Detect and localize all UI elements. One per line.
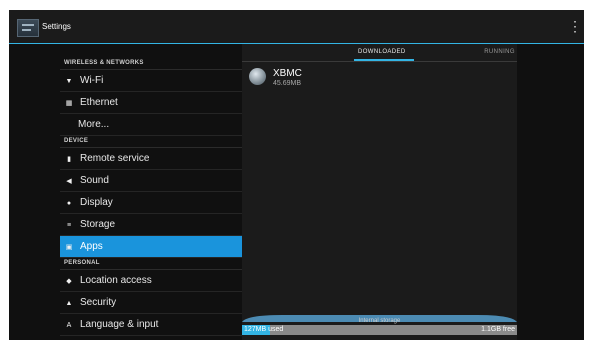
sidebar-item-location-access[interactable]: ◆ Location access [60,270,249,292]
apps-icon: ▣ [65,244,73,251]
section-header: DEVICE [60,136,249,148]
sidebar-item-sound[interactable]: ◀ Sound [60,170,249,192]
keyboard-icon: A [66,322,72,329]
wifi-icon: ▼ [65,78,73,85]
storage-free: 1.1GB free [481,326,515,333]
remote-icon: ▮ [67,156,71,163]
sidebar-item-storage[interactable]: ≡ Storage [60,214,249,236]
sidebar-item-remote-service[interactable]: ▮ Remote service [60,148,249,170]
sidebar-item-label: Ethernet [80,97,118,108]
storage-used: 127MB used [244,326,284,333]
apps-content-panel: DOWNLOADED RUNNING XBMC 45.69MB Internal… [242,44,517,340]
app-name: XBMC [273,68,302,79]
sidebar-item-label: Remote service [80,153,150,164]
settings-screen: Settings ⋮ WIRELESS & NETWORKS ▼ Wi-Fi ▦ Eth… [9,10,584,340]
sidebar-item-label: Sound [80,175,109,186]
apps-tabs: DOWNLOADED RUNNING [242,44,517,62]
storage-indicator: Internal storage 127MB used 1.1GB free [242,314,517,340]
sidebar-item-label: More... [78,119,110,130]
page-title: Settings [42,22,71,31]
top-border [0,0,591,10]
settings-app-icon[interactable] [17,19,39,37]
storage-bar: 127MB used 1.1GB free [242,325,517,335]
tab-indicator [354,59,414,61]
left-border [0,0,9,340]
sidebar-item-label: Language & input [80,319,159,330]
location-icon: ◆ [66,278,72,285]
sidebar-item-more[interactable]: More... [60,114,249,136]
overflow-menu-icon[interactable]: ⋮ [568,17,582,37]
tab-running[interactable]: RUNNING [484,49,515,55]
storage-label: Internal storage [358,318,401,324]
list-item[interactable]: XBMC 45.69MB [242,64,517,94]
sidebar-item-wi-fi[interactable]: ▼ Wi-Fi [60,70,249,92]
sidebar-item-display[interactable]: ● Display [60,192,249,214]
app-size: 45.69MB [273,80,302,87]
section-header: WIRELESS & NETWORKS [60,58,249,70]
lock-icon: ▲ [65,300,73,307]
sidebar-item-label: Wi-Fi [80,75,104,86]
right-padding [517,44,584,340]
sidebar-item-language-input[interactable]: A Language & input [60,314,249,336]
right-border [584,0,591,340]
settings-sidebar: WIRELESS & NETWORKS ▼ Wi-Fi ▦ Ethernet More..… [60,58,249,340]
storage-icon: ≡ [66,222,72,229]
action-bar: Settings ⋮ [9,10,584,44]
sidebar-item-label: Apps [80,241,103,252]
sidebar-item-ethernet[interactable]: ▦ Ethernet [60,92,249,114]
display-icon: ● [66,200,72,207]
sound-icon: ◀ [66,178,72,185]
sidebar-item-label: Display [80,197,113,208]
sidebar-item-label: Location access [80,275,152,286]
section-header: PERSONAL [60,258,249,270]
sidebar-item-apps[interactable]: ▣ Apps [60,236,249,258]
sidebar-item-label: Security [80,297,117,308]
ethernet-icon: ▦ [65,100,73,107]
sidebar-item-security[interactable]: ▲ Security [60,292,249,314]
xbmc-app-icon [249,68,266,85]
sidebar-item-label: Storage [80,219,116,230]
tab-downloaded[interactable]: DOWNLOADED [358,49,406,55]
